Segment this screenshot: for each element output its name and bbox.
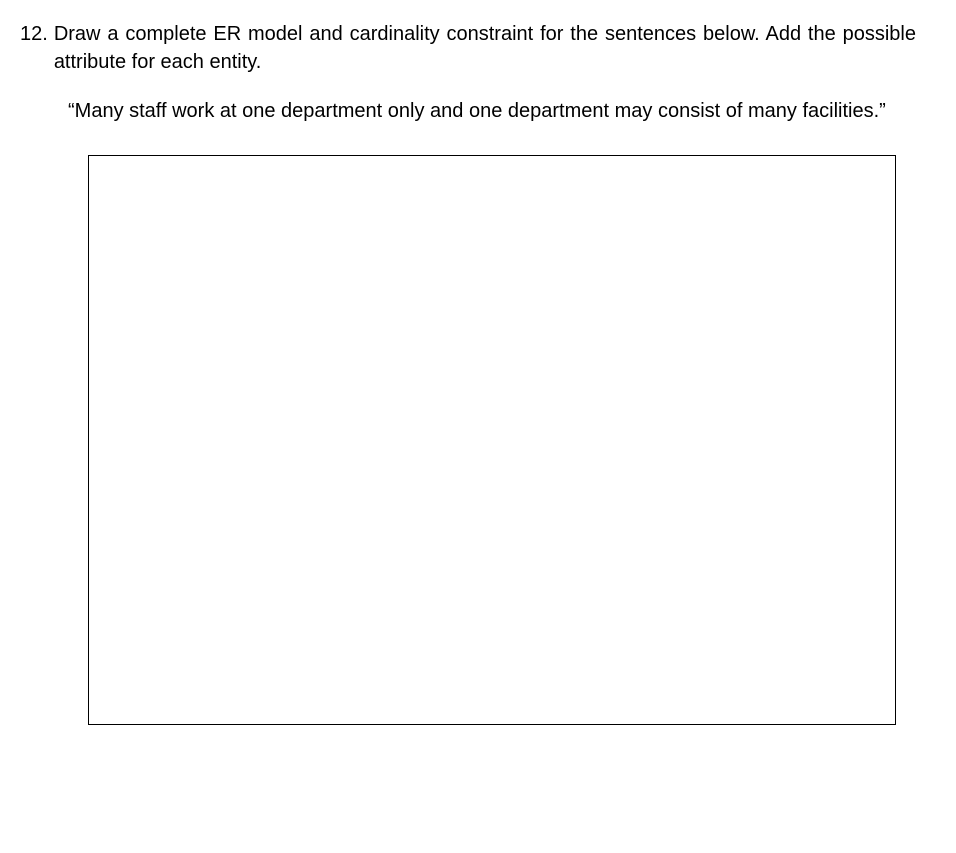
question-block: 12. Draw a complete ER model and cardina… (20, 20, 916, 76)
question-text: Draw a complete ER model and cardinality… (54, 20, 916, 76)
quote-block: “Many staff work at one department only … (68, 98, 916, 125)
answer-box (88, 155, 896, 725)
question-number: 12. (20, 20, 48, 48)
quote-text: “Many staff work at one department only … (68, 100, 886, 122)
